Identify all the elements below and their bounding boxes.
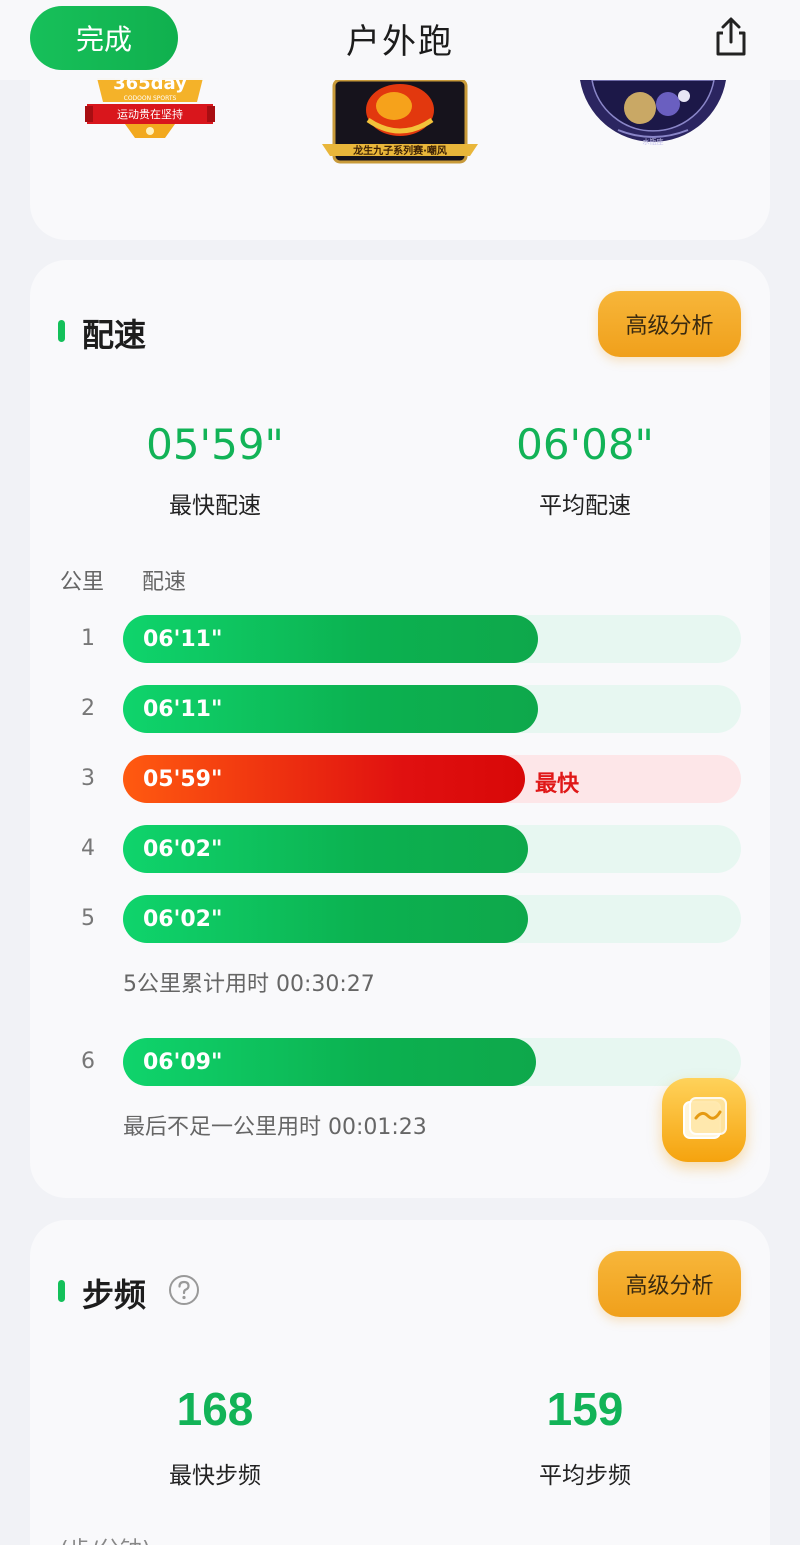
pace-bar-track: 06'09"	[123, 1038, 741, 1086]
pace-advanced-analysis-button[interactable]: 高级分析	[598, 291, 741, 357]
dragon-medal-caption: 龙生九子系列赛·嘲风	[352, 144, 447, 157]
pace-bar: 06'02"	[123, 825, 528, 873]
constellation-medal[interactable]: 水瓶座	[578, 79, 728, 164]
km-number: 6	[81, 1049, 95, 1074]
dragon-medal[interactable]: 龙生九子系列赛·嘲风	[322, 78, 478, 172]
cumulative-time-note: 5公里累计用时 00:30:27	[123, 972, 375, 997]
365day-medal[interactable]: 365day CODOON SPORTS 运动贵在坚持	[85, 72, 215, 146]
pace-card: 配速 高级分析 05'59" 最快配速 06'08" 平均配速 公里 配速 1 …	[30, 260, 770, 1198]
top-bar: 完成 户外跑	[0, 0, 800, 80]
pace-bar: 06'02"	[123, 895, 528, 943]
km-number: 1	[81, 626, 95, 651]
pace-bar-value: 06'02"	[143, 906, 223, 932]
fastest-pace-label: 最快配速	[169, 493, 261, 519]
section-marker	[58, 320, 65, 342]
pace-bar-track: 06'11"	[123, 615, 741, 663]
pace-bar-value: 06'11"	[143, 696, 223, 722]
pace-bar-value: 06'11"	[143, 626, 223, 652]
pace-bar: 06'09"	[123, 1038, 537, 1086]
average-cadence-value: 159	[546, 1383, 624, 1435]
fastest-pace-value: 05'59"	[146, 420, 284, 469]
fastest-cadence-label: 最快步频	[169, 1463, 261, 1489]
constellation-medal-caption: 水瓶座	[643, 137, 664, 146]
average-pace-label: 平均配速	[539, 493, 631, 519]
cadence-unit-label: (步/分钟)	[60, 1532, 151, 1545]
pace-bar-value: 06'02"	[143, 836, 223, 862]
pace-bar-track-fastest: 05'59" 最快	[123, 755, 741, 803]
fastest-cadence-value: 168	[176, 1383, 254, 1435]
section-marker	[58, 1280, 65, 1302]
floating-chart-button[interactable]	[662, 1078, 746, 1162]
chart-card-icon	[683, 1097, 727, 1139]
pace-bar: 06'11"	[123, 615, 539, 663]
pace-bar-value: 06'09"	[143, 1049, 223, 1075]
cadence-section-title: 步频	[82, 1276, 147, 1314]
medal-codoon-text: CODOON SPORTS	[124, 95, 177, 102]
km-number: 5	[81, 906, 95, 931]
fastest-tag: 最快	[535, 772, 580, 797]
pace-bar-track: 06'02"	[123, 825, 741, 873]
pace-bar-track: 06'02"	[123, 895, 741, 943]
average-cadence-label: 平均步频	[539, 1463, 631, 1489]
share-icon[interactable]	[708, 14, 754, 60]
last-partial-km-note: 最后不足一公里用时 00:01:23	[123, 1115, 427, 1140]
medal-slogan-text: 运动贵在坚持	[117, 107, 183, 121]
pace-section-title: 配速	[82, 316, 147, 354]
cadence-advanced-analysis-button[interactable]: 高级分析	[598, 1251, 741, 1317]
km-column-header: 公里	[60, 570, 105, 595]
pace-column-header: 配速	[142, 570, 187, 595]
pace-bar: 06'11"	[123, 685, 539, 733]
km-number: 4	[81, 836, 95, 861]
km-number: 2	[81, 696, 95, 721]
average-pace-value: 06'08"	[516, 420, 654, 469]
pace-bar-value: 05'59"	[143, 766, 223, 792]
help-icon[interactable]	[168, 1274, 200, 1306]
km-number: 3	[81, 766, 95, 791]
page-title: 户外跑	[346, 22, 454, 62]
pace-bar-track: 06'11"	[123, 685, 741, 733]
pace-bar-fastest: 05'59"	[123, 755, 525, 803]
cadence-card: 步频 高级分析 168 最快步频 159 平均步频 (步/分钟)	[30, 1220, 770, 1545]
